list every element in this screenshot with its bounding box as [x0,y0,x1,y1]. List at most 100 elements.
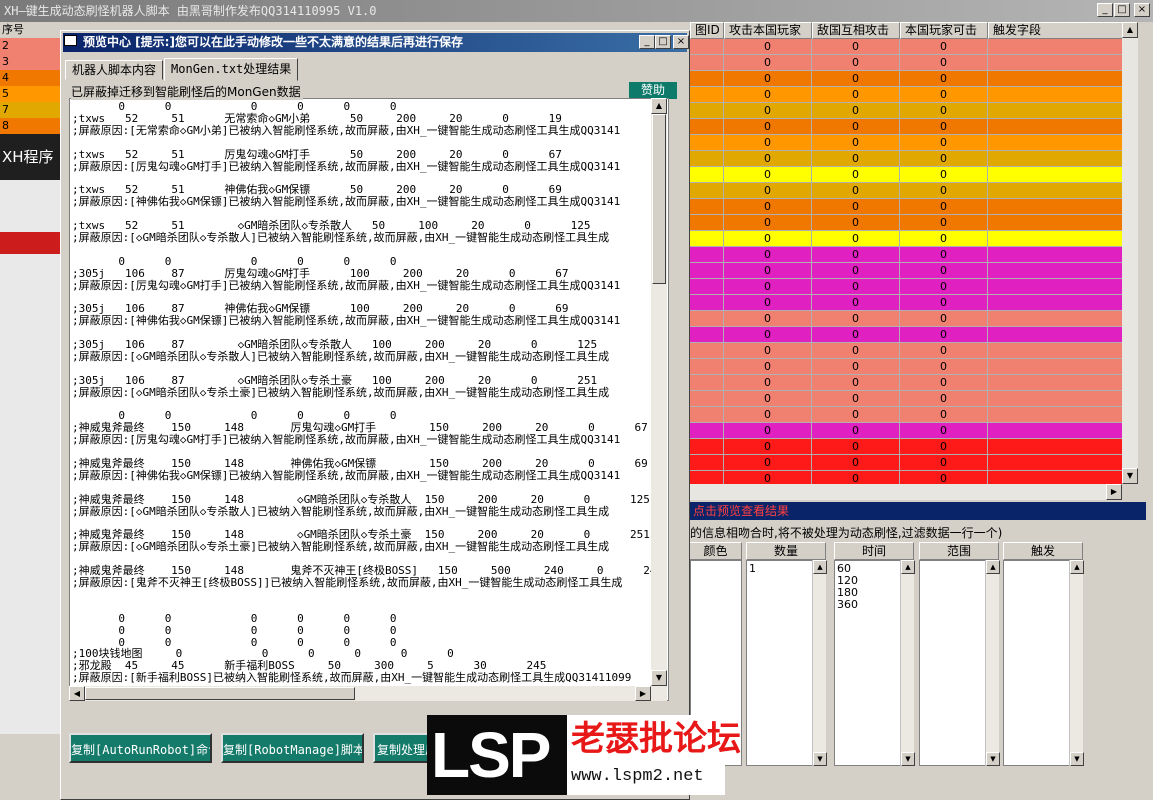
grid-vertical-scrollbar[interactable]: ▲ ▼ [1122,22,1138,484]
scroll-up-icon[interactable]: ▲ [1122,22,1138,38]
scroll-up-icon[interactable]: ▲ [651,98,667,114]
text-vertical-scrollbar[interactable]: ▲ ▼ [651,98,667,701]
scroll-down-icon[interactable]: ▼ [1070,752,1084,766]
grid-cell[interactable] [988,119,1138,135]
grid-cell[interactable] [690,279,724,295]
grid-row[interactable]: 000 [690,263,1138,279]
grid-cell[interactable] [988,295,1138,311]
grid-cell[interactable]: 0 [900,311,988,327]
grid-cell[interactable] [988,327,1138,343]
grid-cell[interactable]: 0 [812,439,900,455]
grid-cell[interactable]: 0 [812,215,900,231]
grid-cell[interactable] [988,87,1138,103]
grid-cell[interactable] [690,39,724,55]
grid-cell[interactable]: 0 [724,151,812,167]
grid-cell[interactable]: 0 [812,471,900,484]
grid-cell[interactable] [690,151,724,167]
grid-cell[interactable]: 0 [812,327,900,343]
grid-cell[interactable] [690,103,724,119]
grid-cell[interactable]: 0 [724,455,812,471]
grid-cell[interactable]: 0 [900,247,988,263]
grid-row[interactable]: 000 [690,439,1138,455]
grid-row[interactable]: 000 [690,87,1138,103]
grid-row[interactable]: 000 [690,423,1138,439]
grid-cell[interactable]: 0 [900,55,988,71]
text-horizontal-scrollbar[interactable]: ◀ ▶ [69,686,651,701]
grid-cell[interactable]: 0 [724,423,812,439]
grid-row[interactable]: 000 [690,359,1138,375]
grid-cell[interactable] [988,39,1138,55]
preview-link[interactable]: 点击预览查看结果 [690,502,1146,520]
minimize-button[interactable]: _ [1097,3,1113,17]
tab-mongen-result[interactable]: MonGen.txt处理结果 [164,58,299,81]
scroll-thumb[interactable] [85,687,355,700]
grid-cell[interactable]: 0 [724,391,812,407]
grid-cell[interactable]: 0 [900,359,988,375]
grid-cell[interactable]: 0 [724,39,812,55]
grid-cell[interactable]: 0 [812,279,900,295]
grid-cell[interactable]: 0 [724,439,812,455]
close-button[interactable]: × [673,35,689,49]
grid-cell[interactable]: 0 [812,311,900,327]
grid-cell[interactable]: 0 [812,167,900,183]
grid-cell[interactable]: 0 [812,71,900,87]
grid-cell[interactable]: 0 [812,103,900,119]
scroll-down-icon[interactable]: ▼ [986,752,1000,766]
grid-cell[interactable]: 0 [900,439,988,455]
close-button[interactable]: × [1134,3,1150,17]
grid-cell[interactable] [690,247,724,263]
grid-cell[interactable] [690,55,724,71]
grid-cell[interactable] [690,215,724,231]
tab-robot-script[interactable]: 机器人脚本内容 [65,60,164,80]
grid-cell[interactable] [988,167,1138,183]
grid-row[interactable]: 000 [690,327,1138,343]
grid-row[interactable]: 000 [690,167,1138,183]
grid-cell[interactable]: 0 [900,455,988,471]
scroll-up-icon[interactable]: ▲ [901,560,915,574]
grid-row[interactable]: 000 [690,151,1138,167]
grid-row[interactable]: 000 [690,231,1138,247]
grid-cell[interactable]: 0 [812,231,900,247]
grid-cell[interactable]: 0 [724,343,812,359]
grid-cell[interactable] [690,327,724,343]
filter-range-scrollbar[interactable]: ▲ ▼ [985,560,1000,766]
grid-cell[interactable] [988,279,1138,295]
filter-count-scrollbar[interactable]: ▲ ▼ [812,560,827,766]
grid-cell[interactable]: 0 [812,135,900,151]
grid-cell[interactable]: 0 [812,343,900,359]
grid-cell[interactable]: 0 [724,375,812,391]
grid-row[interactable]: 000 [690,295,1138,311]
grid-cell[interactable]: 0 [900,215,988,231]
grid-cell[interactable]: 0 [900,231,988,247]
grid-cell[interactable]: 0 [900,407,988,423]
grid-row[interactable]: 000 [690,183,1138,199]
grid-cell[interactable] [988,247,1138,263]
grid-row[interactable]: 000 [690,407,1138,423]
grid-cell[interactable] [690,375,724,391]
grid-cell[interactable]: 0 [900,167,988,183]
grid-cell[interactable]: 0 [724,279,812,295]
grid-cell[interactable] [690,183,724,199]
grid-cell[interactable]: 0 [812,151,900,167]
grid-cell[interactable]: 0 [812,39,900,55]
grid-cell[interactable] [690,439,724,455]
grid-cell[interactable]: 0 [724,471,812,484]
grid-cell[interactable] [988,439,1138,455]
grid-cell[interactable]: 0 [900,279,988,295]
grid-cell[interactable]: 0 [900,135,988,151]
grid-cell[interactable] [988,71,1138,87]
grid-row[interactable]: 000 [690,247,1138,263]
grid-cell[interactable]: 0 [812,455,900,471]
grid-cell[interactable]: 0 [812,247,900,263]
grid-row[interactable]: 000 [690,279,1138,295]
grid-cell[interactable]: 0 [900,39,988,55]
scroll-down-icon[interactable]: ▼ [813,752,827,766]
grid-cell[interactable]: 0 [900,295,988,311]
maximize-button[interactable]: □ [655,35,671,49]
grid-header-map-id[interactable]: 图ID [690,22,724,39]
grid-cell[interactable]: 0 [724,311,812,327]
grid-cell[interactable] [690,231,724,247]
minimize-button[interactable]: _ [639,35,655,49]
grid-cell[interactable] [988,423,1138,439]
grid-row[interactable]: 000 [690,103,1138,119]
